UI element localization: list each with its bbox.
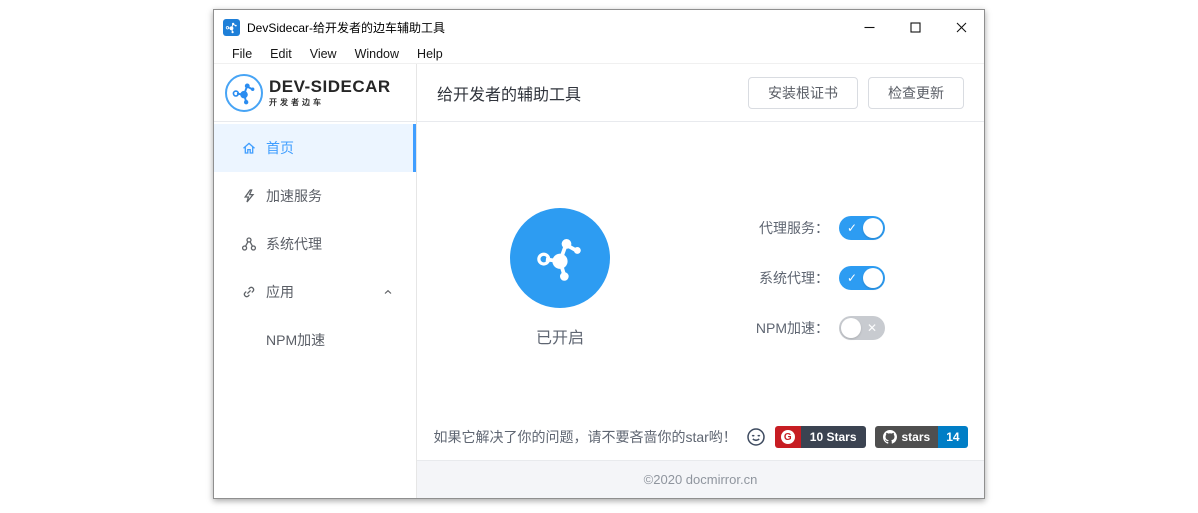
sidebar-item-label: 系统代理 bbox=[266, 234, 322, 254]
sidebar-item-label: 首页 bbox=[266, 138, 294, 158]
switch-knob bbox=[863, 268, 883, 288]
sidebar-item-apps[interactable]: 应用 bbox=[214, 268, 416, 316]
install-root-cert-button[interactable]: 安装根证书 bbox=[748, 77, 858, 109]
page-title: 给开发者的辅助工具 bbox=[437, 81, 738, 105]
power-toggle-circle[interactable] bbox=[510, 208, 610, 308]
check-update-button[interactable]: 检查更新 bbox=[868, 77, 964, 109]
side-menu: 首页 加速服务 系统代理 bbox=[214, 122, 416, 364]
main-area: 已开启 代理服务： ✓ ✕ 系统代理： ✓ bbox=[417, 122, 984, 460]
switch-label: 系统代理： bbox=[759, 268, 829, 288]
status-hero: 已开启 bbox=[510, 208, 610, 348]
logo-subtitle: 开发者边车 bbox=[269, 97, 391, 108]
chevron-up-icon[interactable] bbox=[382, 286, 394, 298]
menu-file[interactable]: File bbox=[223, 47, 261, 61]
sidebar: DEV-SIDECAR 开发者边车 首页 bbox=[214, 64, 417, 498]
status-label: 已开启 bbox=[510, 324, 610, 348]
menu-edit[interactable]: Edit bbox=[261, 47, 301, 61]
minimize-button[interactable] bbox=[846, 10, 892, 45]
system-proxy-switch[interactable]: ✓ ✕ bbox=[839, 266, 885, 290]
app-logo-icon bbox=[223, 19, 240, 36]
github-stars-count: 14 bbox=[938, 426, 967, 448]
window-title: DevSidecar-给开发者的边车辅助工具 bbox=[247, 19, 846, 36]
molecule-icon bbox=[225, 21, 238, 34]
app-window: DevSidecar-给开发者的边车辅助工具 File Edit View Wi… bbox=[213, 9, 985, 499]
copyright-text: ©2020 docmirror.cn bbox=[644, 472, 758, 487]
menu-view[interactable]: View bbox=[301, 47, 346, 61]
gitee-icon: G bbox=[775, 426, 801, 448]
sidebar-item-label: NPM加速 bbox=[266, 330, 325, 350]
sidebar-item-npm[interactable]: NPM加速 bbox=[214, 316, 416, 364]
footer: ©2020 docmirror.cn bbox=[417, 460, 984, 498]
maximize-icon bbox=[910, 22, 921, 33]
check-icon: ✓ bbox=[847, 216, 857, 240]
check-icon: ✓ bbox=[847, 266, 857, 290]
menubar: File Edit View Window Help bbox=[214, 45, 984, 64]
proxy-service-row: 代理服务： ✓ ✕ bbox=[759, 216, 885, 240]
github-icon bbox=[883, 430, 897, 444]
lightning-icon bbox=[241, 188, 257, 204]
sidebar-item-acceleration[interactable]: 加速服务 bbox=[214, 172, 416, 220]
switch-knob bbox=[841, 318, 861, 338]
smiley-icon bbox=[746, 427, 766, 447]
switch-label: 代理服务： bbox=[759, 218, 829, 238]
share-nodes-icon bbox=[241, 236, 257, 252]
content-header: 给开发者的辅助工具 安装根证书 检查更新 bbox=[417, 64, 984, 122]
sidebar-item-label: 应用 bbox=[266, 282, 294, 302]
x-icon: ✕ bbox=[867, 316, 877, 340]
home-icon bbox=[241, 140, 257, 156]
system-proxy-row: 系统代理： ✓ ✕ bbox=[759, 266, 885, 290]
proxy-service-switch[interactable]: ✓ ✕ bbox=[839, 216, 885, 240]
molecule-logo-icon bbox=[225, 74, 263, 112]
github-badge-label: stars bbox=[902, 430, 931, 444]
menu-window[interactable]: Window bbox=[346, 47, 408, 61]
switch-label: NPM加速： bbox=[756, 318, 829, 338]
logo-block: DEV-SIDECAR 开发者边车 bbox=[214, 64, 416, 122]
content: 给开发者的辅助工具 安装根证书 检查更新 bbox=[417, 64, 984, 498]
gitee-stars-badge[interactable]: G 10 Stars bbox=[775, 426, 866, 448]
sidebar-item-system-proxy[interactable]: 系统代理 bbox=[214, 220, 416, 268]
logo-name: DEV-SIDECAR bbox=[269, 78, 391, 95]
desktop-background: DevSidecar-给开发者的边车辅助工具 File Edit View Wi… bbox=[0, 0, 1198, 513]
github-stars-badge[interactable]: stars 14 bbox=[875, 426, 968, 448]
maximize-button[interactable] bbox=[892, 10, 938, 45]
sidebar-item-label: 加速服务 bbox=[266, 186, 322, 206]
titlebar[interactable]: DevSidecar-给开发者的边车辅助工具 bbox=[214, 10, 984, 45]
star-message: 如果它解决了你的问题，请不要吝啬你的star哟！ bbox=[433, 427, 736, 447]
star-row: 如果它解决了你的问题，请不要吝啬你的star哟！ G 10 Stars bbox=[417, 426, 984, 448]
link-icon bbox=[241, 284, 257, 300]
molecule-icon bbox=[534, 232, 586, 284]
sidebar-item-home[interactable]: 首页 bbox=[214, 124, 416, 172]
gitee-stars-count: 10 Stars bbox=[801, 426, 866, 448]
npm-acceleration-switch[interactable]: ✓ ✕ bbox=[839, 316, 885, 340]
switch-knob bbox=[863, 218, 883, 238]
menu-help[interactable]: Help bbox=[408, 47, 452, 61]
close-icon bbox=[956, 22, 967, 33]
npm-acceleration-row: NPM加速： ✓ ✕ bbox=[756, 316, 885, 340]
minimize-icon bbox=[864, 22, 875, 33]
close-button[interactable] bbox=[938, 10, 984, 45]
